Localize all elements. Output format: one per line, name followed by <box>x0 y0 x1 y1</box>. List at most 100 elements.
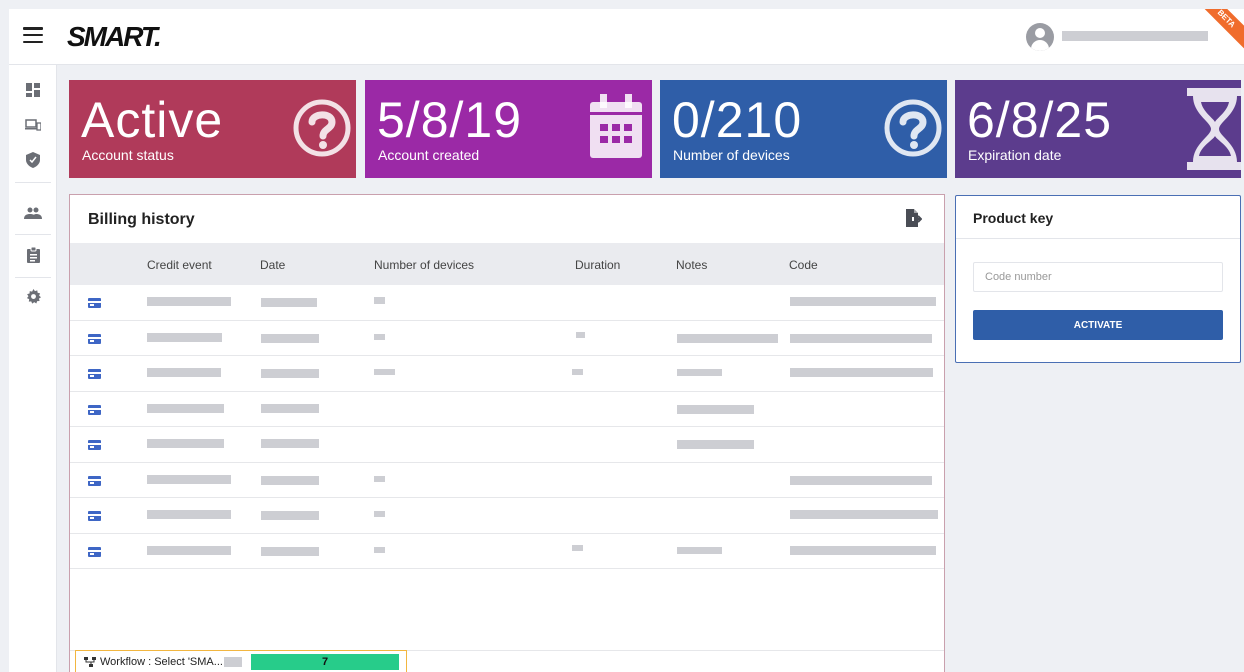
stat-value: 0/210 <box>672 92 803 148</box>
duration-redacted <box>576 331 585 338</box>
credit-card-icon <box>88 511 101 521</box>
credit-event-redacted <box>147 474 231 484</box>
hourglass-icon <box>1187 88 1241 170</box>
date-redacted <box>261 475 319 485</box>
notes-redacted <box>677 369 722 376</box>
credit-event-redacted <box>147 297 231 306</box>
code-redacted <box>790 333 932 343</box>
code-redacted <box>790 368 933 377</box>
duration-redacted <box>572 544 583 551</box>
date-redacted <box>261 403 319 413</box>
sidebar-item-dashboard[interactable] <box>21 78 45 102</box>
workflow-count-badge[interactable]: 7 <box>251 654 399 670</box>
activate-button[interactable]: ACTIVATE <box>973 310 1223 340</box>
table-row[interactable] <box>70 356 944 392</box>
credit-event-redacted <box>147 510 231 519</box>
billing-history-panel: Billing history Credit event Date Number… <box>69 194 945 672</box>
user-name-redacted[interactable] <box>1062 31 1208 41</box>
devices-redacted <box>374 369 395 375</box>
stat-label: Account status <box>82 147 174 163</box>
table-row[interactable] <box>70 392 944 427</box>
notes-redacted <box>677 404 754 414</box>
stat-label: Account created <box>378 147 480 163</box>
sidebar <box>9 65 57 672</box>
date-redacted <box>261 333 319 343</box>
date-redacted <box>261 439 319 448</box>
question-icon <box>884 99 942 157</box>
date-redacted <box>261 298 317 307</box>
table-row[interactable] <box>70 427 944 463</box>
notes-redacted <box>677 440 754 449</box>
sidebar-item-security[interactable] <box>21 148 45 172</box>
export-icon[interactable] <box>904 209 922 227</box>
sidebar-item-devices[interactable] <box>21 113 45 137</box>
stat-card-number-of-devices: 0/210 Number of devices <box>660 80 947 178</box>
code-redacted <box>790 297 936 306</box>
beta-label: BETA <box>1204 9 1244 49</box>
menu-icon[interactable] <box>23 27 43 43</box>
devices-redacted <box>374 297 385 304</box>
credit-card-icon <box>88 369 101 379</box>
code-redacted <box>790 545 936 555</box>
code-number-input[interactable] <box>973 262 1223 292</box>
stat-value: 6/8/25 <box>967 92 1113 148</box>
column-header-date[interactable]: Date <box>260 258 285 272</box>
product-key-title: Product key <box>973 210 1054 226</box>
credit-card-icon <box>88 298 101 308</box>
table-row[interactable] <box>70 321 944 356</box>
sidebar-item-reports[interactable] <box>21 243 45 267</box>
devices-redacted <box>374 546 385 553</box>
sidebar-divider <box>15 277 51 278</box>
sidebar-item-settings[interactable] <box>21 284 45 308</box>
divider <box>956 238 1240 239</box>
sidebar-divider <box>15 182 51 183</box>
stat-card-account-status: Active Account status <box>69 80 356 178</box>
workflow-label: Workflow : Select 'SMA... <box>100 656 223 668</box>
smart-logo[interactable]: SMART. <box>67 21 162 53</box>
billing-history-title: Billing history <box>88 211 195 228</box>
date-redacted <box>261 546 319 556</box>
product-key-panel: Product key ACTIVATE <box>955 195 1241 363</box>
table-row[interactable] <box>70 498 944 534</box>
workflow-icon <box>84 657 96 667</box>
devices-redacted <box>374 333 385 340</box>
sidebar-item-users[interactable] <box>21 201 45 225</box>
table-header: Credit event Date Number of devices Dura… <box>70 243 944 285</box>
dashboard-icon <box>26 83 40 97</box>
notes-redacted <box>677 546 722 554</box>
column-header-duration[interactable]: Duration <box>575 258 620 272</box>
credit-event-redacted <box>147 545 231 555</box>
column-header-code[interactable]: Code <box>789 258 818 272</box>
credit-event-redacted <box>147 368 221 377</box>
devices-redacted <box>374 475 385 482</box>
code-redacted <box>790 510 938 519</box>
credit-card-icon <box>88 440 101 450</box>
stat-card-account-created: 5/8/19 Account created <box>365 80 652 178</box>
credit-event-redacted <box>147 403 224 413</box>
column-header-notes[interactable]: Notes <box>676 258 707 272</box>
credit-card-icon <box>88 333 101 344</box>
devices-redacted <box>374 511 385 517</box>
credit-card-icon <box>88 546 101 557</box>
clipboard-icon <box>26 247 40 263</box>
date-redacted <box>261 511 319 520</box>
duration-redacted <box>572 369 583 375</box>
notes-redacted <box>677 333 778 343</box>
devices-icon <box>25 119 41 131</box>
table-row[interactable] <box>70 534 944 569</box>
credit-card-icon <box>88 404 101 415</box>
stat-label: Number of devices <box>673 147 790 163</box>
avatar[interactable] <box>1026 23 1054 51</box>
top-bar: SMART. BETA <box>9 9 1244 65</box>
workflow-bar[interactable]: Workflow : Select 'SMA... 7 <box>75 650 407 672</box>
credit-card-icon <box>88 475 101 486</box>
table-row[interactable] <box>70 285 944 321</box>
column-header-number-of-devices[interactable]: Number of devices <box>374 258 474 272</box>
credit-event-redacted <box>147 332 222 342</box>
stat-value: Active <box>81 92 224 148</box>
date-redacted <box>261 369 319 378</box>
table-row[interactable] <box>70 463 944 498</box>
shield-icon <box>26 152 40 168</box>
credit-event-redacted <box>147 439 224 448</box>
column-header-credit-event[interactable]: Credit event <box>147 258 212 272</box>
